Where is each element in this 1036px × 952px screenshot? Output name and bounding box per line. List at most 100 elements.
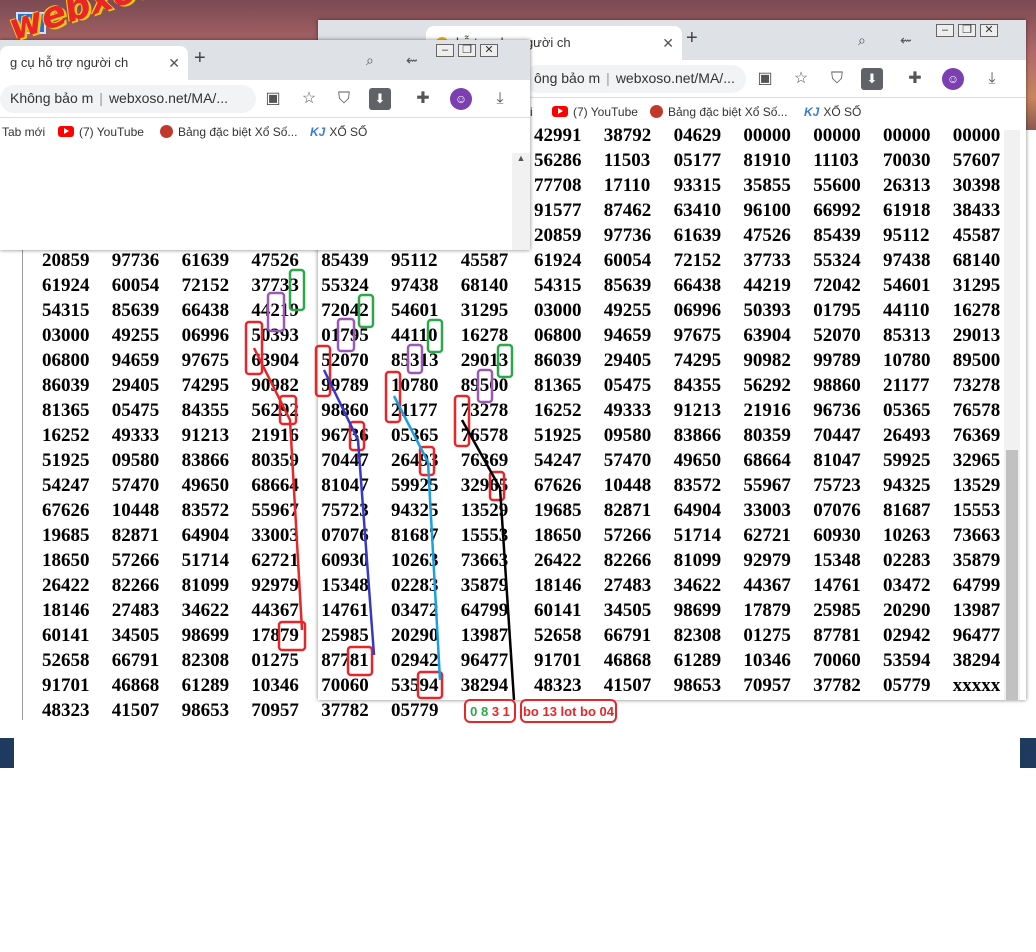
download-icon[interactable]: ⤓ (489, 88, 511, 110)
number-cell: 26422 (42, 575, 90, 596)
avatar[interactable]: ☺ (450, 88, 472, 110)
number-cell: 73663 (460, 550, 509, 571)
extensions-icon[interactable]: ✚ (412, 88, 434, 110)
number-cell: 06800 (42, 350, 90, 371)
number-cell: 02942 (883, 625, 931, 646)
new-tab-button[interactable]: + (194, 47, 206, 70)
tab-active[interactable]: g cụ hỗ trợ người ch ✕ (0, 46, 188, 80)
scrollbar[interactable]: ▲ (512, 153, 530, 250)
number-cell: 25985 (321, 625, 369, 646)
number-cell: 27483 (111, 600, 160, 621)
number-cell: 26422 (534, 550, 582, 571)
bookmark-youtube[interactable]: (7) YouTube (552, 105, 638, 119)
bookmark-bang-dac-biet[interactable]: Bảng đặc biệt Xổ Số... (650, 105, 787, 119)
site-icon (650, 105, 663, 118)
close-tab-icon[interactable]: ✕ (168, 55, 180, 72)
number-cell: 81910 (743, 150, 791, 171)
number-cell: 15348 (321, 575, 369, 596)
bookmark-bang-dac-biet[interactable]: Bảng đặc biệt Xổ Số... (160, 125, 297, 139)
number-cell: 38294 (952, 650, 1001, 671)
minimize-button[interactable]: – (436, 44, 454, 57)
number-cell: 37733 (251, 275, 299, 296)
scroll-up-icon[interactable]: ▲ (512, 153, 530, 163)
avatar[interactable]: ☺ (942, 68, 964, 90)
number-cell: 53594 (391, 675, 439, 696)
shield-icon[interactable]: ⛉ (826, 68, 848, 90)
number-cell: 10263 (883, 525, 931, 546)
close-tab-icon[interactable]: ✕ (662, 35, 674, 52)
download-box-icon[interactable]: ⬇ (369, 88, 391, 110)
number-cell: 66992 (813, 200, 861, 221)
download-box-icon[interactable]: ⬇ (861, 68, 883, 90)
number-cell: 87781 (321, 650, 369, 671)
maximize-button[interactable]: ❐ (958, 24, 976, 37)
address-bar[interactable]: ông bảo m | webxoso.net/MA/... (524, 65, 746, 93)
number-cell: 95112 (883, 225, 930, 246)
number-cell: 45587 (460, 250, 509, 271)
tab-search-icon[interactable]: ⌕ (366, 52, 374, 69)
number-cell: 68140 (952, 250, 1001, 271)
screenshot-icon[interactable]: ▣ (262, 88, 284, 110)
number-cell: 21916 (251, 425, 299, 446)
minimize-button[interactable]: – (936, 24, 954, 37)
number-cell: 37733 (743, 250, 791, 271)
number-cell: 96477 (460, 650, 509, 671)
close-window-button[interactable]: ✕ (980, 24, 998, 37)
number-cell: 59925 (391, 475, 439, 496)
number-cell: 59925 (883, 450, 931, 471)
number-cell: 49255 (111, 325, 160, 346)
number-cell: 05475 (603, 375, 652, 396)
number-cell: 81047 (813, 450, 861, 471)
number-cell: 29405 (603, 350, 652, 371)
number-cell: 66791 (111, 650, 160, 671)
scrollbar-thumb[interactable] (1006, 450, 1018, 700)
number-cell: 05365 (883, 400, 931, 421)
number-cell: 81365 (42, 400, 90, 421)
number-cell: 57470 (603, 450, 652, 471)
number-cell: 70447 (813, 425, 861, 446)
extensions-icon[interactable]: ✚ (904, 68, 926, 90)
number-cell: 41507 (111, 700, 160, 721)
scrollbar[interactable] (1004, 130, 1020, 700)
number-cell: 52658 (534, 625, 582, 646)
back-nav-icon[interactable]: ⇜ (406, 52, 418, 69)
number-cell: 52658 (42, 650, 90, 671)
bookmark-star-icon[interactable]: ☆ (298, 88, 320, 110)
url-text: webxoso.net/MA/... (108, 90, 228, 106)
shield-icon[interactable]: ⛉ (333, 88, 355, 110)
number-cell: 85639 (603, 275, 652, 296)
number-cell: 44110 (391, 325, 438, 346)
bookmark-star-icon[interactable]: ☆ (790, 68, 812, 90)
number-cell: 60054 (111, 275, 160, 296)
number-cell: 96100 (743, 200, 791, 221)
screenshot-icon[interactable]: ▣ (754, 68, 776, 90)
new-tab-button[interactable]: + (686, 27, 698, 50)
number-cell: 75723 (813, 475, 861, 496)
number-cell: 54315 (534, 275, 582, 296)
number-cell: 76369 (952, 425, 1001, 446)
close-window-button[interactable]: ✕ (480, 44, 498, 57)
number-cell: 94659 (603, 325, 652, 346)
maximize-button[interactable]: ❐ (458, 44, 476, 57)
address-bar[interactable]: Không bảo m | webxoso.net/MA/... (0, 85, 256, 113)
bookmark-xo-so[interactable]: KJ XỔ SỐ (804, 105, 861, 119)
number-cell: 66438 (673, 275, 722, 296)
number-cell: 56292 (251, 400, 299, 421)
bookmark-item[interactable]: i (530, 105, 533, 119)
number-cell: 10346 (743, 650, 791, 671)
back-nav-icon[interactable]: ⇜ (900, 32, 912, 49)
number-cell: 57470 (111, 475, 160, 496)
bookmark-tab-moi[interactable]: Tab mới (2, 125, 45, 139)
download-icon[interactable]: ⤓ (981, 68, 1003, 90)
number-cell: 21177 (391, 400, 438, 421)
window-edge (22, 250, 23, 720)
bookmark-xo-so[interactable]: KJ XỔ SỐ (310, 125, 367, 139)
kj-logo-icon: KJ (310, 125, 326, 139)
number-cell: 03472 (883, 575, 931, 596)
tab-search-icon[interactable]: ⌕ (858, 32, 866, 49)
number-cell: 75723 (321, 500, 369, 521)
bookmark-youtube[interactable]: (7) YouTube (58, 125, 144, 139)
number-cell: 05365 (391, 425, 439, 446)
number-cell: 06996 (673, 300, 722, 321)
number-cell: 01795 (321, 325, 369, 346)
